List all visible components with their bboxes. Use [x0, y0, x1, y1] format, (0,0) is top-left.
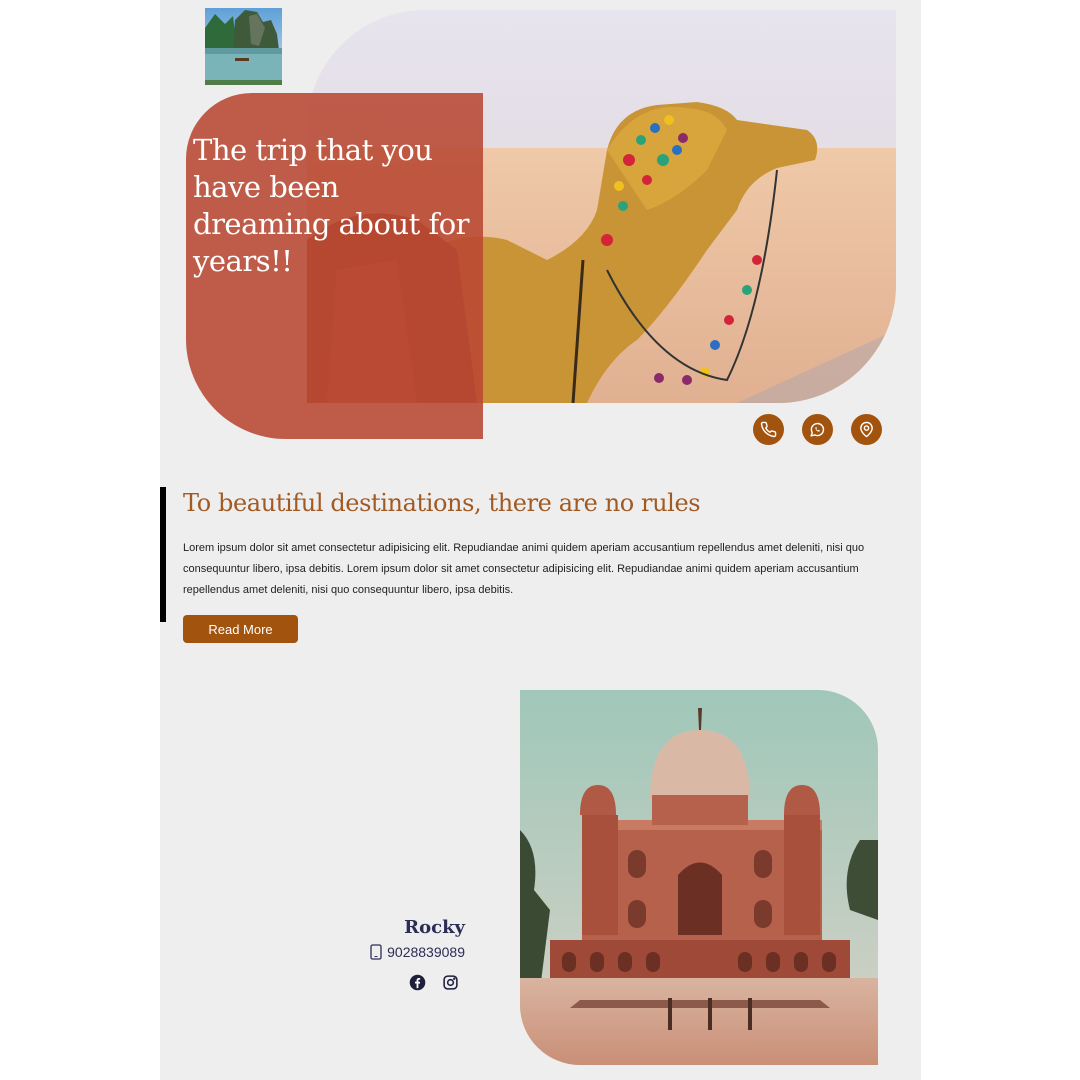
section-title: To beautiful destinations, there are no …: [183, 489, 701, 517]
contact-card: Rocky 9028839089: [370, 915, 465, 991]
social-icons: [370, 974, 459, 991]
map-pin-icon[interactable]: [851, 414, 882, 445]
page: The trip that you have been dreaming abo…: [160, 0, 921, 1080]
phone-icon[interactable]: [753, 414, 784, 445]
contact-phone-number: 9028839089: [387, 944, 465, 960]
whatsapp-icon[interactable]: [802, 414, 833, 445]
contact-phone[interactable]: 9028839089: [370, 944, 465, 960]
contact-icon-row: [753, 414, 882, 445]
instagram-icon[interactable]: [442, 974, 459, 991]
section-accent-bar: [160, 487, 166, 622]
section-body: Lorem ipsum dolor sit amet consectetur a…: [183, 542, 865, 596]
monument-image: [520, 690, 878, 1065]
hero-title: The trip that you have been dreaming abo…: [193, 133, 470, 278]
read-more-button[interactable]: Read More: [183, 615, 298, 643]
facebook-icon[interactable]: [409, 974, 426, 991]
logo-image[interactable]: [205, 8, 282, 85]
mobile-phone-icon: [370, 944, 382, 960]
contact-name: Rocky: [404, 917, 465, 938]
